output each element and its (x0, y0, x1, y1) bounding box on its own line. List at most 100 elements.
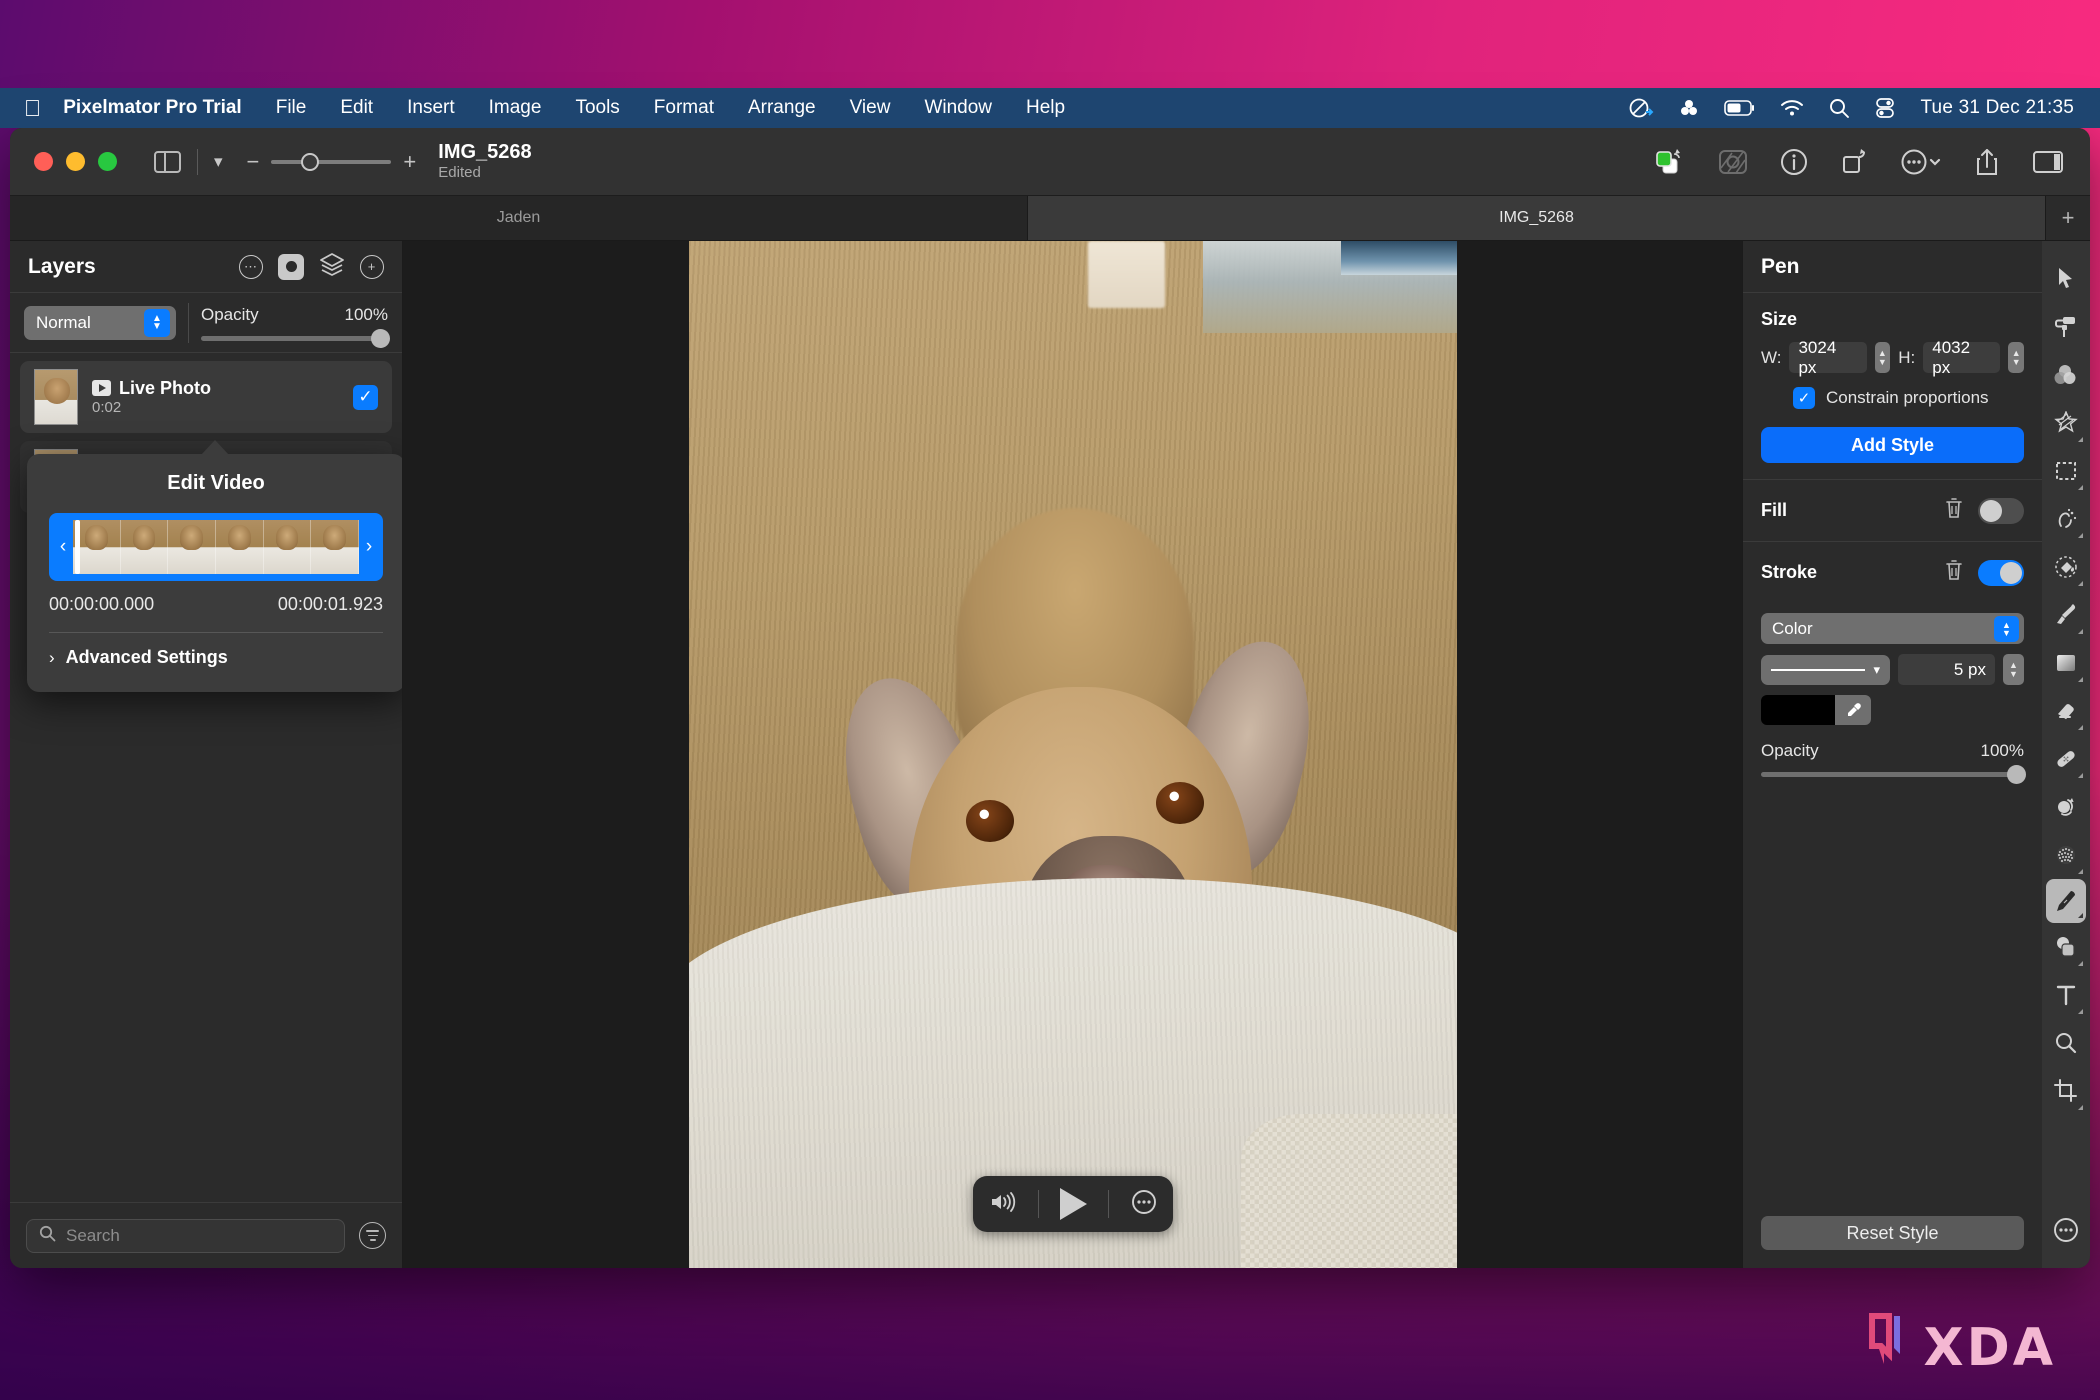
clone-stamp-tool[interactable] (2046, 783, 2086, 831)
more-icon[interactable] (1900, 148, 1942, 176)
minimize-button[interactable] (66, 152, 85, 171)
mask-icon[interactable] (278, 253, 304, 280)
layer-visibility-checkbox[interactable]: ✓ (353, 384, 378, 410)
width-field[interactable]: 3024 px (1789, 338, 1867, 377)
panel-toggle-icon[interactable] (2032, 149, 2064, 175)
dropbox-icon[interactable] (1678, 98, 1700, 118)
menu-item-arrange[interactable]: Arrange (748, 97, 816, 119)
more-icon[interactable] (1131, 1189, 1157, 1220)
stroke-opacity-slider[interactable] (1761, 765, 2026, 784)
menu-item-view[interactable]: View (850, 97, 891, 119)
quick-selection-tool[interactable] (2046, 495, 2086, 543)
wifi-icon[interactable] (1780, 99, 1804, 117)
layers-stack-icon[interactable] (319, 252, 345, 281)
spotlight-search-icon[interactable] (1828, 97, 1850, 119)
menu-item-image[interactable]: Image (489, 97, 542, 119)
trash-icon[interactable] (1944, 559, 1964, 587)
line-style-select[interactable]: ▾ (1761, 654, 1890, 685)
chevron-right-icon[interactable]: › (361, 536, 377, 558)
cleanshot-icon[interactable] (1628, 97, 1654, 119)
stroke-toggle[interactable] (1978, 559, 2024, 586)
menu-item-format[interactable]: Format (654, 97, 714, 119)
rotate-icon[interactable] (1840, 148, 1868, 176)
trash-icon[interactable] (1944, 497, 1964, 525)
zoom-slider-group[interactable]: − + (247, 150, 417, 173)
zoom-tool[interactable] (2046, 1019, 2086, 1067)
repair-tool[interactable] (2046, 735, 2086, 783)
effects-icon[interactable] (1718, 148, 1748, 176)
zoom-out-button[interactable]: − (247, 150, 260, 173)
effects-tool[interactable] (2046, 399, 2086, 447)
stroke-width-field[interactable]: 5 px (1898, 654, 1995, 685)
zoom-in-button[interactable]: + (403, 150, 416, 173)
stroke-opacity-knob[interactable] (2007, 765, 2026, 784)
blend-mode-select[interactable]: Normal ▲ ▼ (24, 305, 176, 340)
pen-tool[interactable] (2046, 879, 2086, 923)
play-icon[interactable] (1060, 1188, 1087, 1220)
chevron-left-icon[interactable]: ‹ (55, 536, 71, 558)
fill-row[interactable]: Fill (1743, 479, 2042, 541)
stroke-type-select[interactable]: Color ▲ ▼ (1761, 613, 2024, 644)
advanced-settings-disclosure[interactable]: › Advanced Settings (49, 647, 383, 668)
eraser-tool[interactable] (2046, 687, 2086, 735)
menu-item-help[interactable]: Help (1026, 97, 1065, 119)
height-stepper[interactable]: ▲ ▼ (2008, 342, 2024, 373)
add-style-button[interactable]: Add Style (1761, 427, 2024, 463)
shape-tool[interactable] (2046, 923, 2086, 971)
layer-row-live-photo[interactable]: Live Photo 0:02 ✓ (20, 361, 392, 433)
battery-icon[interactable] (1724, 99, 1756, 117)
opacity-slider-knob[interactable] (371, 328, 390, 348)
constrain-proportions-checkbox[interactable]: ✓ (1793, 387, 1815, 409)
constrain-proportions-row[interactable]: ✓ Constrain proportions (1761, 387, 2024, 409)
menu-clock[interactable]: Tue 31 Dec 21:35 (1920, 97, 2074, 119)
menu-app-name[interactable]: Pixelmator Pro Trial (63, 97, 241, 119)
video-trim-filmstrip[interactable]: ‹ › (49, 513, 383, 581)
tab-jaden[interactable]: Jaden (10, 196, 1028, 240)
apple-logo-icon[interactable]:  (24, 96, 41, 120)
opacity-slider[interactable] (201, 328, 390, 348)
menu-item-file[interactable]: File (276, 97, 307, 119)
paint-bucket-tool[interactable] (2046, 543, 2086, 591)
filter-icon[interactable] (359, 1222, 386, 1249)
more-tools-button[interactable] (2046, 1206, 2086, 1254)
brush-tool[interactable] (2046, 591, 2086, 639)
arrange-tool[interactable] (2046, 255, 2086, 303)
menu-item-window[interactable]: Window (924, 97, 992, 119)
photo-canvas[interactable] (688, 241, 1457, 1268)
stroke-width-stepper[interactable]: ▲ ▼ (2003, 654, 2024, 685)
opacity-control[interactable]: Opacity 100% (201, 305, 390, 348)
gradient-tool[interactable] (2046, 639, 2086, 687)
playhead-handle[interactable] (75, 520, 80, 574)
retouch-tool[interactable] (2046, 831, 2086, 879)
chevron-down-icon[interactable]: ▾ (214, 152, 223, 172)
eyedropper-icon[interactable] (1835, 695, 1871, 725)
filmstrip-frames[interactable] (73, 520, 359, 574)
stroke-opacity-control[interactable]: Opacity 100% (1761, 741, 2026, 784)
info-icon[interactable] (1780, 148, 1808, 176)
chevron-updown-icon[interactable]: ▲ ▼ (1994, 615, 2019, 642)
share-icon[interactable] (1974, 147, 2000, 177)
selection-tool[interactable] (2046, 447, 2086, 495)
color-balance-tool[interactable] (2046, 351, 2086, 399)
canvas-area[interactable] (403, 241, 1742, 1268)
zoom-slider[interactable] (271, 152, 392, 171)
document-title-block[interactable]: IMG_5268 Edited (438, 141, 531, 182)
fill-toggle[interactable] (1978, 497, 2024, 524)
close-button[interactable] (34, 152, 53, 171)
more-options-icon[interactable]: ⋯ (239, 254, 263, 279)
reset-style-button[interactable]: Reset Style (1761, 1216, 2024, 1250)
volume-icon[interactable] (989, 1190, 1017, 1219)
menu-item-edit[interactable]: Edit (340, 97, 373, 119)
tab-img-5268[interactable]: IMG_5268 (1028, 196, 2046, 240)
new-tab-button[interactable]: + (2046, 196, 2090, 240)
crop-tool[interactable] (2046, 1067, 2086, 1115)
search-input[interactable]: Search (26, 1218, 345, 1253)
color-swatch-icon[interactable] (1654, 147, 1686, 177)
add-layer-icon[interactable]: + (360, 254, 384, 279)
menu-item-insert[interactable]: Insert (407, 97, 455, 119)
sidebar-toggle-button[interactable]: ▾ (154, 148, 223, 175)
menu-item-tools[interactable]: Tools (575, 97, 619, 119)
width-stepper[interactable]: ▲ ▼ (1874, 342, 1891, 373)
zoom-button[interactable] (98, 152, 117, 171)
height-field[interactable]: 4032 px (1923, 338, 2001, 377)
